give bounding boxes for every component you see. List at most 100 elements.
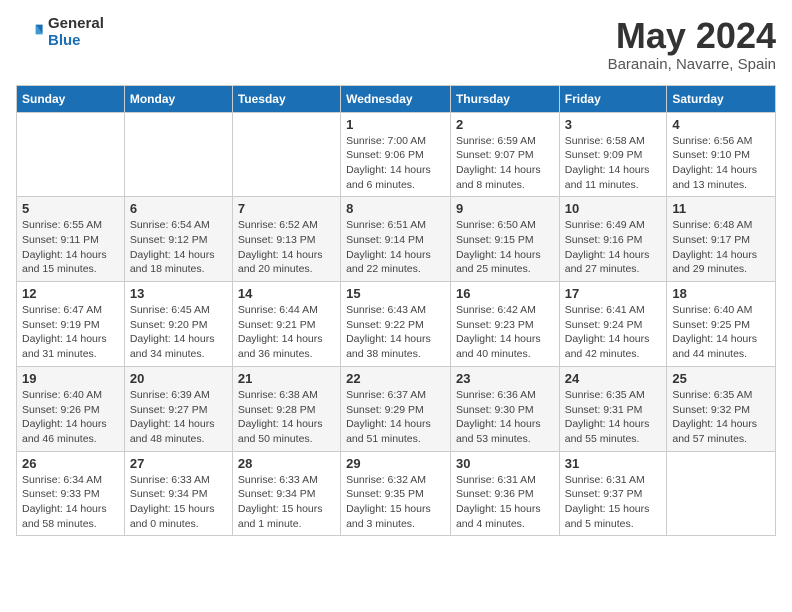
day-cell-10: 8 Sunrise: 6:51 AMSunset: 9:14 PMDaylight… [341,197,451,282]
day-number: 17 [565,286,662,301]
day-cell-20: 18Sunrise: 6:40 AMSunset: 9:25 PMDayligh… [667,282,776,367]
day-cell-6: 4 Sunrise: 6:56 AMSunset: 9:10 PMDaylight… [667,112,776,197]
day-cell-30: 28 Sunrise: 6:33 AMSunset: 9:34 PMDayligh… [232,451,340,536]
day-cell-13: 11 Sunrise: 6:48 AMSunset: 9:17 PMDayligh… [667,197,776,282]
day-detail: Sunrise: 6:42 AMSunset: 9:23 PMDaylight:… [456,303,554,362]
day-cell-26: 24 Sunrise: 6:35 AMSunset: 9:31 PMDayligh… [559,366,667,451]
day-number: 27 [130,456,227,471]
day-number: 22 [346,371,445,386]
day-number: 12 [22,286,119,301]
day-cell-23: 21 Sunrise: 6:38 AMSunset: 9:28 PMDayligh… [232,366,340,451]
week-row-2: 5 Sunrise: 6:55 AMSunset: 9:11 PMDaylight… [17,197,776,282]
day-cell-34 [667,451,776,536]
day-cell-4: 2 Sunrise: 6:59 AMSunset: 9:07 PMDaylight… [450,112,559,197]
column-header-thursday: Thursday [450,85,559,112]
day-cell-3: 1 Sunrise: 7:00 AMSunset: 9:06 PMDaylight… [341,112,451,197]
day-detail: Sunrise: 6:36 AMSunset: 9:30 PMDaylight:… [456,388,554,447]
column-header-wednesday: Wednesday [341,85,451,112]
day-detail: Sunrise: 6:31 AMSunset: 9:36 PMDaylight:… [456,473,554,532]
day-detail: Sunrise: 6:44 AMSunset: 9:21 PMDaylight:… [238,303,335,362]
day-detail: Sunrise: 6:50 AMSunset: 9:15 PMDaylight:… [456,218,554,277]
day-cell-18: 16 Sunrise: 6:42 AMSunset: 9:23 PMDayligh… [450,282,559,367]
day-number: 19 [22,371,119,386]
day-detail: Sunrise: 6:40 AMSunset: 9:25 PMDaylight:… [672,303,770,362]
day-number: 21 [238,371,335,386]
day-number: 6 [130,201,227,216]
day-detail: Sunrise: 6:49 AMSunset: 9:16 PMDaylight:… [565,218,662,277]
day-number: 30 [456,456,554,471]
day-number: 9 [456,201,554,216]
header-row: SundayMondayTuesdayWednesdayThursdayFrid… [17,85,776,112]
day-cell-25: 23Sunrise: 6:36 AMSunset: 9:30 PMDayligh… [450,366,559,451]
day-detail: Sunrise: 6:56 AMSunset: 9:10 PMDaylight:… [672,134,770,193]
day-cell-0 [17,112,125,197]
column-header-sunday: Sunday [17,85,125,112]
day-number: 2 [456,117,554,132]
day-cell-32: 30 Sunrise: 6:31 AMSunset: 9:36 PMDayligh… [450,451,559,536]
column-header-monday: Monday [124,85,232,112]
day-cell-1 [124,112,232,197]
day-number: 29 [346,456,445,471]
day-cell-7: 5 Sunrise: 6:55 AMSunset: 9:11 PMDaylight… [17,197,125,282]
day-cell-11: 9 Sunrise: 6:50 AMSunset: 9:15 PMDaylight… [450,197,559,282]
logo-text: General Blue [48,16,104,49]
day-number: 1 [346,117,445,132]
day-detail: Sunrise: 6:38 AMSunset: 9:28 PMDaylight:… [238,388,335,447]
day-number: 16 [456,286,554,301]
logo-blue-text: Blue [48,33,104,50]
day-detail: Sunrise: 6:39 AMSunset: 9:27 PMDaylight:… [130,388,227,447]
day-detail: Sunrise: 6:35 AMSunset: 9:32 PMDaylight:… [672,388,770,447]
day-detail: Sunrise: 7:00 AMSunset: 9:06 PMDaylight:… [346,134,445,193]
day-cell-29: 27 Sunrise: 6:33 AMSunset: 9:34 PMDayligh… [124,451,232,536]
day-detail: Sunrise: 6:33 AMSunset: 9:34 PMDaylight:… [238,473,335,532]
week-row-1: 1 Sunrise: 7:00 AMSunset: 9:06 PMDaylight… [17,112,776,197]
day-detail: Sunrise: 6:55 AMSunset: 9:11 PMDaylight:… [22,218,119,277]
day-detail: Sunrise: 6:35 AMSunset: 9:31 PMDaylight:… [565,388,662,447]
day-number: 4 [672,117,770,132]
day-detail: Sunrise: 6:51 AMSunset: 9:14 PMDaylight:… [346,218,445,277]
week-row-4: 19 Sunrise: 6:40 AMSunset: 9:26 PMDayligh… [17,366,776,451]
logo: General Blue [16,16,104,49]
day-detail: Sunrise: 6:52 AMSunset: 9:13 PMDaylight:… [238,218,335,277]
day-number: 28 [238,456,335,471]
day-number: 20 [130,371,227,386]
logo-icon [16,19,44,47]
day-number: 24 [565,371,662,386]
day-cell-22: 20 Sunrise: 6:39 AMSunset: 9:27 PMDayligh… [124,366,232,451]
day-number: 5 [22,201,119,216]
day-detail: Sunrise: 6:58 AMSunset: 9:09 PMDaylight:… [565,134,662,193]
day-number: 10 [565,201,662,216]
day-cell-31: 29Sunrise: 6:32 AMSunset: 9:35 PMDayligh… [341,451,451,536]
day-number: 26 [22,456,119,471]
month-title: May 2024 [608,16,776,56]
day-detail: Sunrise: 6:41 AMSunset: 9:24 PMDaylight:… [565,303,662,362]
day-detail: Sunrise: 6:45 AMSunset: 9:20 PMDaylight:… [130,303,227,362]
day-number: 25 [672,371,770,386]
day-cell-5: 3 Sunrise: 6:58 AMSunset: 9:09 PMDaylight… [559,112,667,197]
day-cell-27: 25 Sunrise: 6:35 AMSunset: 9:32 PMDayligh… [667,366,776,451]
day-cell-17: 15Sunrise: 6:43 AMSunset: 9:22 PMDayligh… [341,282,451,367]
logo-general-text: General [48,16,104,33]
day-detail: Sunrise: 6:59 AMSunset: 9:07 PMDaylight:… [456,134,554,193]
location: Baranain, Navarre, Spain [608,56,776,73]
day-detail: Sunrise: 6:47 AMSunset: 9:19 PMDaylight:… [22,303,119,362]
day-detail: Sunrise: 6:37 AMSunset: 9:29 PMDaylight:… [346,388,445,447]
day-number: 14 [238,286,335,301]
day-cell-24: 22 Sunrise: 6:37 AMSunset: 9:29 PMDayligh… [341,366,451,451]
day-cell-15: 13 Sunrise: 6:45 AMSunset: 9:20 PMDayligh… [124,282,232,367]
day-number: 13 [130,286,227,301]
day-detail: Sunrise: 6:33 AMSunset: 9:34 PMDaylight:… [130,473,227,532]
day-cell-33: 31Sunrise: 6:31 AMSunset: 9:37 PMDayligh… [559,451,667,536]
day-number: 3 [565,117,662,132]
day-number: 11 [672,201,770,216]
day-number: 8 [346,201,445,216]
day-cell-28: 26Sunrise: 6:34 AMSunset: 9:33 PMDayligh… [17,451,125,536]
day-cell-8: 6Sunrise: 6:54 AMSunset: 9:12 PMDaylight… [124,197,232,282]
day-cell-21: 19 Sunrise: 6:40 AMSunset: 9:26 PMDayligh… [17,366,125,451]
day-detail: Sunrise: 6:48 AMSunset: 9:17 PMDaylight:… [672,218,770,277]
day-detail: Sunrise: 6:43 AMSunset: 9:22 PMDaylight:… [346,303,445,362]
day-cell-14: 12 Sunrise: 6:47 AMSunset: 9:19 PMDayligh… [17,282,125,367]
day-number: 31 [565,456,662,471]
day-detail: Sunrise: 6:40 AMSunset: 9:26 PMDaylight:… [22,388,119,447]
day-cell-9: 7Sunrise: 6:52 AMSunset: 9:13 PMDaylight… [232,197,340,282]
